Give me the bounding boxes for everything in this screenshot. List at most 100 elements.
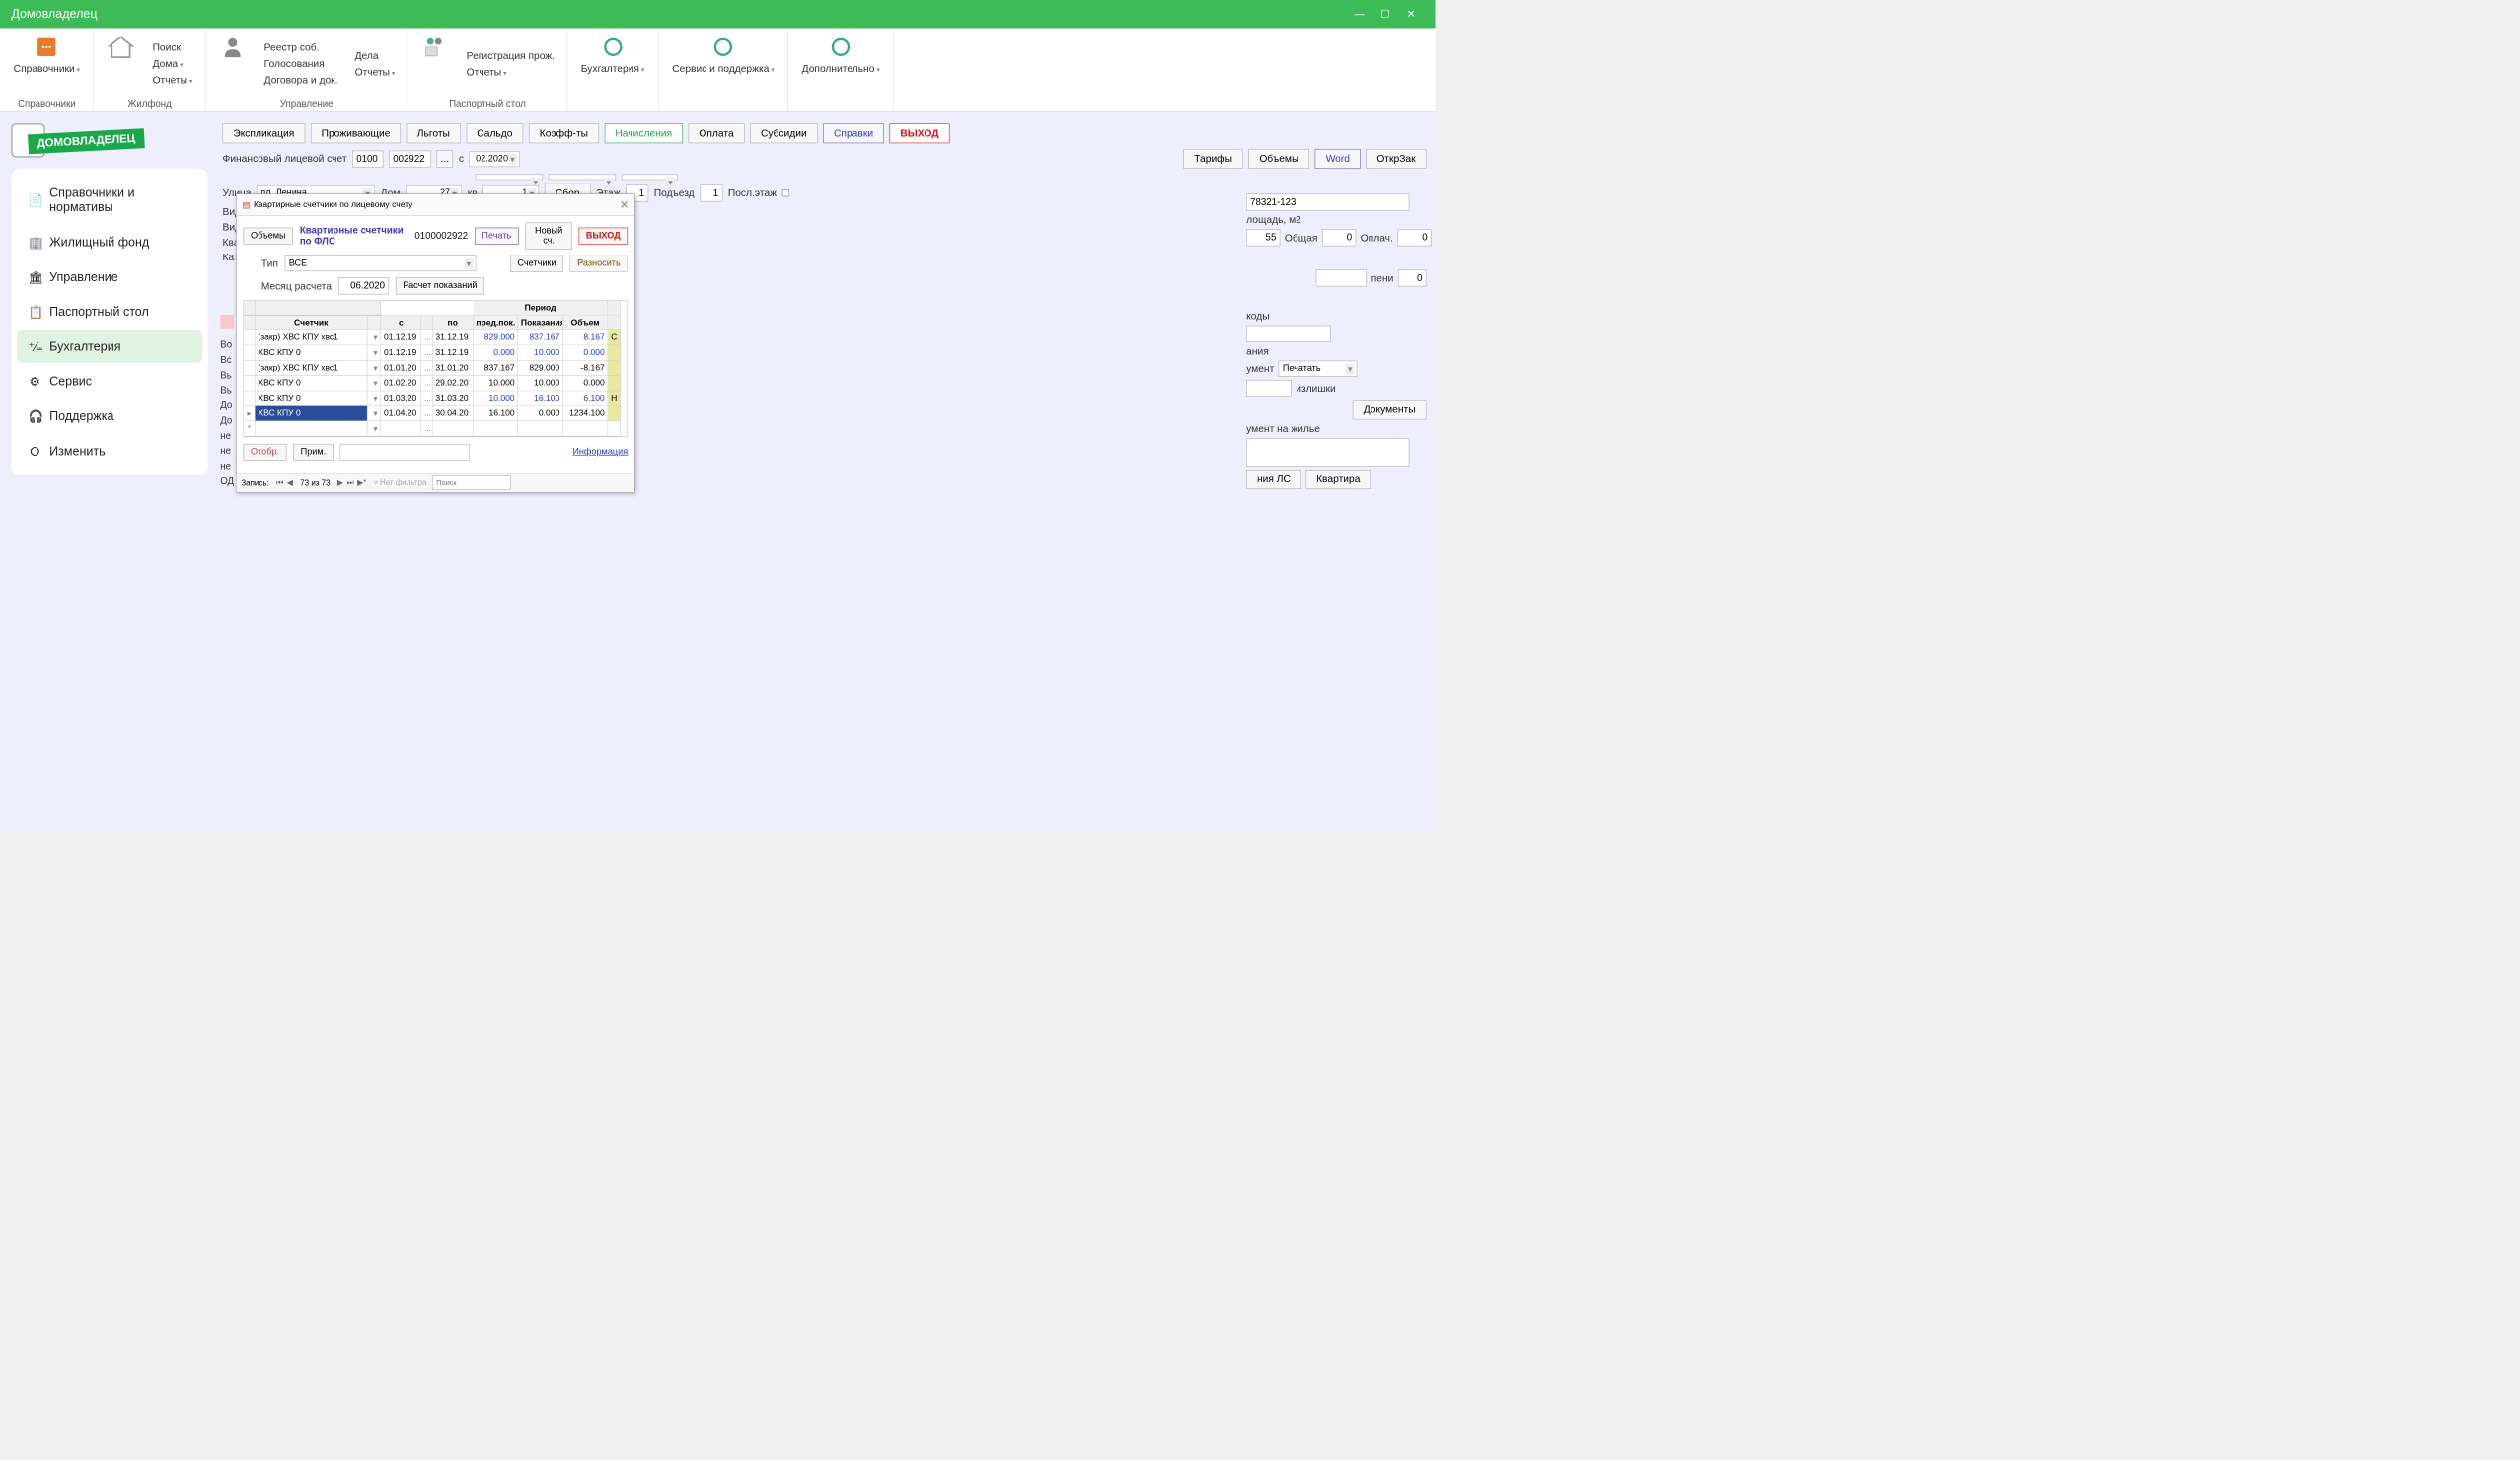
sidebar: ДОМОВЛАДЕЛЕЦ 📄Справочники и нормативы 🏢Ж… [0,112,213,832]
volumes-button[interactable]: Объемы [1249,149,1310,169]
close-button[interactable]: ✕ [1398,1,1424,27]
new-row[interactable]: * [244,421,627,436]
ribbon-service-button[interactable]: Сервис и поддержка [668,32,779,108]
table-row[interactable]: ХВС КПУ 001.03.2031.03.2010.00016.1006.1… [244,391,627,405]
record-nav[interactable]: ⏮◀ [274,478,294,488]
ribbon-contracts-link[interactable]: Договора и док. [260,73,341,87]
col-meter[interactable]: Счетчик [256,316,368,330]
ribbon-reports3-link[interactable]: Отчеты [463,65,557,79]
prim-button[interactable]: Прим. [293,444,333,461]
modal-close-button[interactable]: ✕ [620,197,630,211]
ribbon-passport-icon[interactable] [417,32,453,96]
circle-icon [599,34,626,60]
izl-input[interactable] [1246,380,1292,397]
col-from[interactable]: с [381,316,421,330]
ribbon-accounting-button[interactable]: Бухгалтерия [576,32,649,108]
tab-residents[interactable]: Проживающие [311,123,401,143]
table-row[interactable]: ХВС КПУ 001.12.1931.12.190.00010.0000.00… [244,345,627,360]
modal-volumes-button[interactable]: Объемы [244,228,293,245]
ribbon-search-link[interactable]: Поиск [149,40,196,54]
empty-dropdown-2[interactable] [549,175,616,181]
lastfloor-checkbox[interactable] [782,189,789,196]
ribbon-additional-button[interactable]: Дополнительно [797,32,884,108]
record-nav-fwd[interactable]: ▶⏭▶* [335,478,368,488]
modal-footer-input[interactable] [339,444,469,461]
doc-dropdown[interactable]: Печатать [1279,361,1358,377]
ribbon-spravochniki-button[interactable]: Справочники [9,32,85,96]
blank-input-1[interactable] [1316,269,1367,286]
tab-charges[interactable]: Начисления [605,123,683,143]
nav-management[interactable]: 🏛Управление [17,260,202,293]
table-row[interactable]: (закр) ХВС КПУ хвс101.01.2031.01.20837.1… [244,361,627,376]
tab-spravki[interactable]: Справки [823,123,884,143]
account-label: Финансовый лицевой счет [223,153,347,165]
word-button[interactable]: Word [1315,149,1361,169]
search-input[interactable] [432,475,511,489]
nav-service[interactable]: ⚙Сервис [17,365,202,398]
empty-dropdown-3[interactable] [622,175,678,181]
tab-balance[interactable]: Сальдо [466,123,523,143]
col-to[interactable]: по [433,316,474,330]
total-input[interactable] [1322,229,1356,246]
tab-payment[interactable]: Оплата [689,123,745,143]
paid-input[interactable] [1397,229,1431,246]
table-row[interactable]: ▸ХВС КПУ 001.04.2030.04.2016.1000.000123… [244,406,627,421]
account-part1-input[interactable] [352,150,383,167]
nav-edit[interactable]: ⭘Изменить [17,435,202,468]
ls-button[interactable]: ния ЛС [1246,470,1301,489]
modal-spread-button[interactable]: Разносить [570,256,628,272]
ribbon-houses-link[interactable]: Дома [149,57,196,71]
nav-spravochniki[interactable]: 📄Справочники и нормативы [17,177,202,224]
table-row[interactable]: ХВС КПУ 001.02.2029.02.2010.00010.0000.0… [244,376,627,391]
from-date-dropdown[interactable]: 02.2020 [470,151,520,167]
ribbon-group-label: Паспортный стол [417,99,558,110]
nav-passport[interactable]: 📋Паспортный стол [17,296,202,328]
tariffs-button[interactable]: Тарифы [1183,149,1242,169]
modal-meters-button[interactable]: Счетчики [510,256,563,272]
account-ellipsis-button[interactable]: ... [437,150,454,168]
modal-print-button[interactable]: Печать [475,228,519,245]
calc-readings-button[interactable]: Расчет показаний [396,277,484,294]
kody-input[interactable] [1246,326,1330,342]
tab-explication[interactable]: Экспликация [223,123,306,143]
minimize-button[interactable]: — [1347,1,1372,27]
entrance-label: Подъезд [654,187,695,199]
ribbon-reports2-link[interactable]: Отчеты [351,65,399,79]
otobr-button[interactable]: Отобр. [244,444,287,461]
month-input[interactable] [338,277,389,294]
modal-new-meter-button[interactable]: Новый сч. [526,223,572,250]
documents-button[interactable]: Документы [1353,400,1426,419]
exit-button[interactable]: ВЫХОД [890,123,950,143]
ribbon-person-icon[interactable] [215,32,251,96]
ribbon-cases-link[interactable]: Дела [351,48,399,62]
nav-support[interactable]: 🎧Поддержка [17,400,202,432]
doc-house-textarea[interactable] [1246,438,1409,466]
v55-input[interactable] [1246,229,1280,246]
table-row[interactable]: (закр) ХВС КПУ хвс101.12.1931.12.19829.0… [244,330,627,345]
ribbon-registry-link[interactable]: Реестр соб. [260,40,341,54]
circle-icon [828,34,854,60]
otkrzak-button[interactable]: ОткрЗак [1367,149,1427,169]
col-prev[interactable]: пред.пок. [474,316,519,330]
nav-housing[interactable]: 🏢Жилищный фонд [17,226,202,258]
entrance-input[interactable] [700,184,722,201]
empty-dropdown-1[interactable] [476,175,543,181]
tab-coeffs[interactable]: Коэфф-ты [529,123,599,143]
col-vol[interactable]: Объем [563,316,609,330]
ribbon-registration-link[interactable]: Регистрация прож. [463,48,557,62]
kvartira-button[interactable]: Квартира [1305,470,1371,489]
col-read[interactable]: Показания [518,316,563,330]
ribbon-reports-link[interactable]: Отчеты [149,73,196,87]
modal-exit-button[interactable]: ВЫХОД [579,228,629,245]
maximize-button[interactable]: ☐ [1372,1,1398,27]
nav-accounting[interactable]: ⁺⁄₌Бухгалтерия [17,330,202,363]
tab-subsidies[interactable]: Субсидии [750,123,817,143]
tab-benefits[interactable]: Льготы [407,123,461,143]
ribbon-house-icon-button[interactable] [103,32,138,96]
type-dropdown[interactable]: ВСЕ [285,256,477,271]
ribbon-voting-link[interactable]: Голосования [260,57,341,71]
phone-input[interactable] [1246,193,1409,210]
peni-input[interactable] [1398,269,1426,286]
account-part2-input[interactable] [389,150,431,167]
info-link[interactable]: Информация [572,447,628,457]
